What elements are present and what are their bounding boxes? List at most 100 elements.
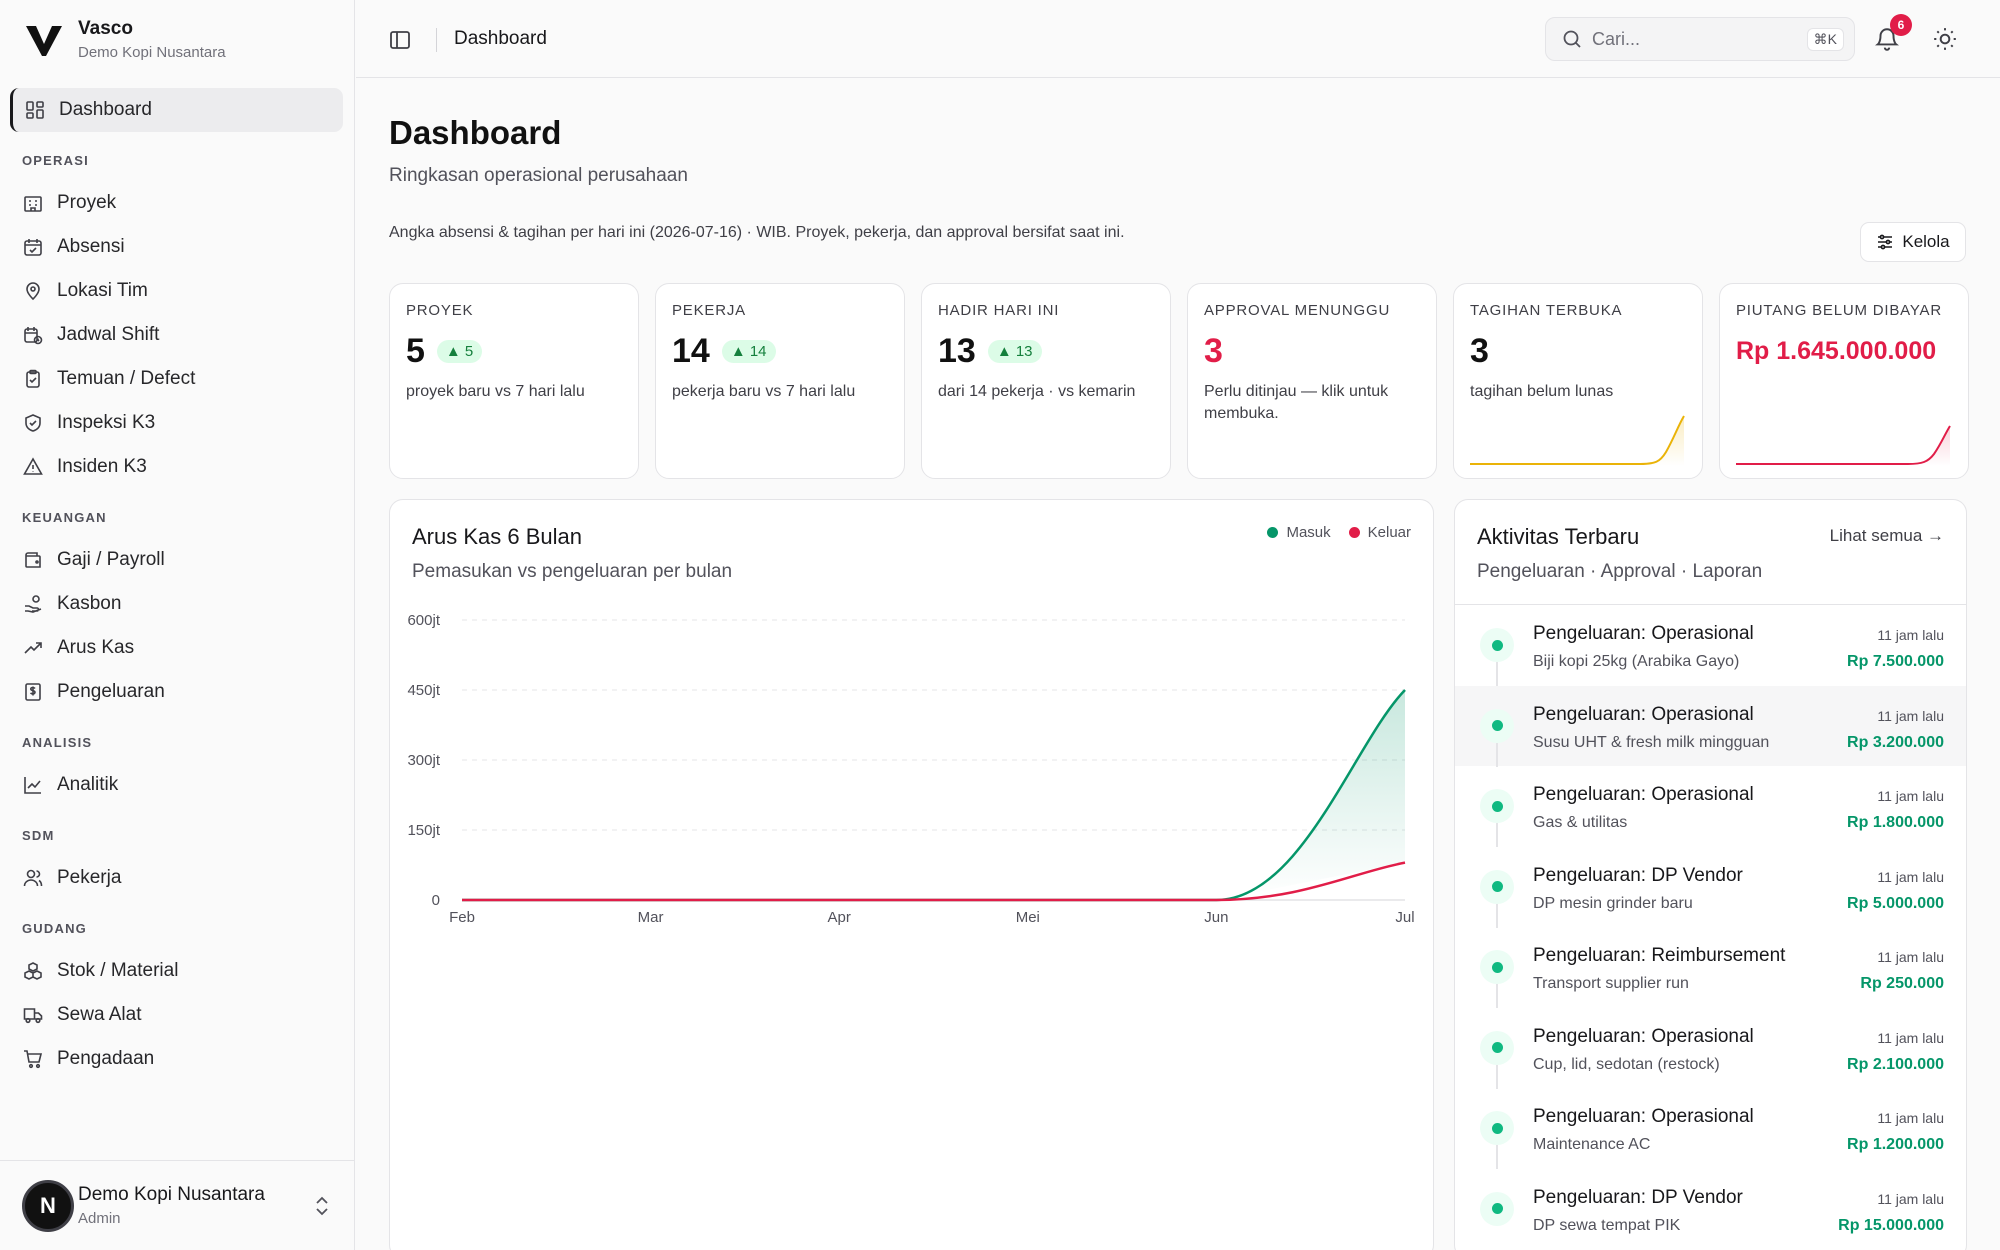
sidebar-item-pengadaan[interactable]: Pengadaan bbox=[10, 1037, 343, 1081]
activity-title: Aktivitas Terbaru bbox=[1477, 524, 1640, 549]
kpi-delta-badge: ▲ 13 bbox=[987, 339, 1042, 363]
kelola-button[interactable]: Kelola bbox=[1860, 222, 1966, 262]
activity-time: 11 jam lalu bbox=[1877, 788, 1944, 804]
activity-item[interactable]: Pengeluaran: DP Vendor DP sewa tempat PIK… bbox=[1455, 1169, 1966, 1250]
wallet-icon bbox=[22, 549, 44, 571]
sidebar-item-insiden-k3[interactable]: Insiden K3 bbox=[10, 445, 343, 489]
timeline-connector bbox=[1496, 903, 1498, 928]
timeline-connector bbox=[1496, 823, 1498, 847]
kpi-card-approval-menunggu[interactable]: APPROVAL MENUNGGU 3 Perlu ditinjau — kli… bbox=[1187, 283, 1437, 479]
x-tick-label: Jul bbox=[1395, 909, 1414, 926]
sidebar-item-label: Pekerja bbox=[57, 867, 122, 888]
legend-keluar[interactable]: Keluar bbox=[1348, 524, 1411, 541]
see-all-link[interactable]: Lihat semua → bbox=[1830, 526, 1944, 546]
sun-icon[interactable] bbox=[1932, 26, 1958, 52]
sliders-icon bbox=[1878, 234, 1893, 250]
sidebar-item-arus-kas[interactable]: Arus Kas bbox=[10, 626, 343, 670]
sidebar-item-pengeluaran[interactable]: Pengeluaran bbox=[10, 670, 343, 714]
sidebar-item-gaji-payroll[interactable]: Gaji / Payroll bbox=[10, 538, 343, 582]
kpi-value: 3 bbox=[1204, 332, 1223, 370]
activity-amount: Rp 2.100.000 bbox=[1847, 1055, 1944, 1073]
activity-time: 11 jam lalu bbox=[1877, 949, 1944, 965]
activity-item[interactable]: Pengeluaran: Operasional Cup, lid, sedota… bbox=[1455, 1008, 1966, 1089]
sidebar-item-lokasi-tim[interactable]: Lokasi Tim bbox=[10, 269, 343, 313]
status-dot-icon bbox=[1480, 1030, 1514, 1065]
kpi-description: proyek baru vs 7 hari lalu bbox=[406, 383, 585, 400]
sidebar-item-proyek[interactable]: Proyek bbox=[10, 181, 343, 225]
sidebar-item-label: Insiden K3 bbox=[57, 456, 147, 477]
kpi-description: Perlu ditinjau — klik untuk membuka. bbox=[1204, 383, 1389, 422]
activity-item[interactable]: Pengeluaran: Reimbursement Transport supp… bbox=[1455, 927, 1966, 1008]
legend-masuk[interactable]: Masuk bbox=[1267, 524, 1331, 541]
sparkline-tagihan bbox=[1470, 415, 1685, 466]
sidebar-item-inspeksi-k3[interactable]: Inspeksi K3 bbox=[10, 401, 343, 445]
activity-title-text: Pengeluaran: Operasional bbox=[1533, 703, 1754, 725]
cashflow-card: Arus Kas 6 Bulan Pemasukan vs pengeluara… bbox=[389, 499, 1434, 1250]
kelola-label: Kelola bbox=[1902, 232, 1950, 251]
search-input[interactable] bbox=[1592, 28, 1782, 50]
sidebar-item-jadwal-shift[interactable]: Jadwal Shift bbox=[10, 313, 343, 357]
kpi-card-piutang-belum-dibayar[interactable]: PIUTANG BELUM DIBAYAR Rp 1.645.000.000 bbox=[1719, 283, 1969, 479]
activity-description: Transport supplier run bbox=[1533, 975, 1689, 992]
receipt-icon bbox=[22, 681, 44, 703]
sidebar-item-label: Sewa Alat bbox=[57, 1004, 142, 1025]
status-dot-icon bbox=[1480, 708, 1514, 743]
cashflow-chart: 0 150jt 300jt 450jt 600jt Feb Mar Apr Mei Jun Jul bbox=[407, 612, 1414, 926]
activity-item[interactable]: Pengeluaran: Operasional Biji kopi 25kg (… bbox=[1455, 605, 1966, 686]
kpi-card-pekerja[interactable]: PEKERJA 14 ▲ 14 pekerja baru vs 7 hari l… bbox=[655, 283, 905, 479]
sidebar-item-absensi[interactable]: Absensi bbox=[10, 225, 343, 269]
series-line-masuk bbox=[461, 689, 1406, 902]
shield-check-icon bbox=[22, 412, 44, 434]
activity-time: 11 jam lalu bbox=[1877, 707, 1944, 724]
y-tick-label: 600jt bbox=[407, 612, 440, 629]
activity-description: Gas & utilitas bbox=[1533, 814, 1628, 831]
truck-icon bbox=[22, 1004, 44, 1026]
activity-item[interactable]: Pengeluaran: DP Vendor DP mesin grinder b… bbox=[1455, 847, 1966, 928]
kpi-label: HADIR HARI INI bbox=[938, 302, 1060, 319]
activity-subtitle: Pengeluaran · Approval · Laporan bbox=[1477, 561, 1763, 582]
user-switcher[interactable]: N Demo Kopi Nusantara Admin bbox=[0, 1160, 354, 1250]
x-tick-label: Mar bbox=[638, 909, 664, 926]
kpi-card-hadir-hari-ini[interactable]: HADIR HARI INI 13 ▲ 13 dari 14 pekerja ·… bbox=[921, 283, 1171, 479]
activity-item[interactable]: Pengeluaran: Operasional Maintenance AC 11… bbox=[1455, 1088, 1966, 1169]
activity-item[interactable]: Pengeluaran: Operasional Gas & utilitas 11… bbox=[1455, 766, 1966, 847]
timeline-connector bbox=[1496, 984, 1498, 1008]
activity-title-text: Pengeluaran: Operasional bbox=[1533, 1025, 1754, 1047]
sidebar-item-sewa-alat[interactable]: Sewa Alat bbox=[10, 993, 343, 1037]
sidebar-item-temuan-defect[interactable]: Temuan / Defect bbox=[10, 357, 343, 401]
sidebar-item-pekerja[interactable]: Pekerja bbox=[10, 856, 343, 900]
activity-description: DP sewa tempat PIK bbox=[1533, 1216, 1681, 1234]
activity-amount: Rp 15.000.000 bbox=[1838, 1216, 1944, 1234]
sidebar-toggle-icon[interactable] bbox=[388, 28, 412, 52]
x-tick-label: Apr bbox=[828, 909, 851, 926]
activity-title-text: Pengeluaran: Reimbursement bbox=[1533, 945, 1786, 966]
brand-name: Vasco bbox=[78, 18, 133, 39]
timeline-connector bbox=[1496, 1145, 1498, 1169]
section-sdm: SDM bbox=[22, 828, 55, 843]
search-icon bbox=[1563, 30, 1581, 48]
brand[interactable]: Vasco Demo Kopi Nusantara bbox=[24, 18, 226, 61]
activity-amount: Rp 5.000.000 bbox=[1847, 894, 1944, 912]
activity-item[interactable]: Pengeluaran: Operasional Susu UHT & fresh… bbox=[1455, 685, 1966, 767]
sidebar-item-stok-material[interactable]: Stok / Material bbox=[10, 949, 343, 993]
timeline-connector bbox=[1496, 662, 1498, 686]
section-gudang: GUDANG bbox=[22, 921, 87, 936]
sidebar-item-dashboard[interactable]: Dashboard bbox=[10, 88, 343, 132]
timeline-connector bbox=[1496, 1064, 1498, 1089]
sidebar-item-label: Temuan / Defect bbox=[57, 368, 196, 389]
y-tick-label: 450jt bbox=[407, 682, 440, 699]
kpi-card-tagihan-terbuka[interactable]: TAGIHAN TERBUKA 3 tagihan belum lunas bbox=[1453, 283, 1703, 479]
sidebar-item-kasbon[interactable]: Kasbon bbox=[10, 582, 343, 626]
status-dot-icon bbox=[1480, 950, 1514, 984]
kpi-card-proyek[interactable]: PROYEK 5 ▲ 5 proyek baru vs 7 hari lalu bbox=[389, 283, 639, 479]
boxes-icon bbox=[22, 960, 44, 982]
activity-amount: Rp 3.200.000 bbox=[1847, 733, 1944, 751]
x-tick-label: Mei bbox=[1016, 909, 1040, 926]
search-box[interactable]: ⌘K bbox=[1545, 17, 1855, 61]
page-subtitle: Ringkasan operasional perusahaan bbox=[389, 165, 688, 186]
sidebar: Vasco Demo Kopi Nusantara Dashboard OPER… bbox=[0, 0, 355, 1250]
sidebar-item-analitik[interactable]: Analitik bbox=[10, 763, 343, 807]
line-chart-icon bbox=[22, 774, 44, 796]
brand-subtitle: Demo Kopi Nusantara bbox=[78, 44, 226, 61]
sidebar-item-label: Pengadaan bbox=[57, 1048, 155, 1069]
